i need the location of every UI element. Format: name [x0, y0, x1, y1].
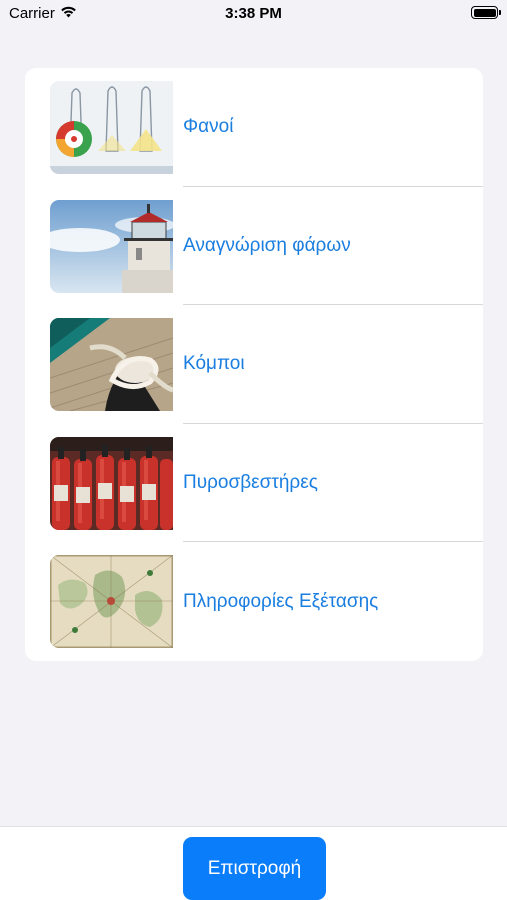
- list-item-label: Πυροσβεστήρες: [183, 472, 318, 494]
- status-bar: Carrier 3:38 PM: [0, 0, 507, 28]
- list-item-extinguishers[interactable]: Πυροσβεστήρες: [25, 424, 483, 543]
- fire-extinguishers-thumbnail: [50, 436, 173, 530]
- list-item-knots[interactable]: Κόμποι: [25, 305, 483, 424]
- list-item-lighthouses[interactable]: Αναγνώριση φάρων: [25, 187, 483, 306]
- list-item-lights[interactable]: Φανοί: [25, 68, 483, 187]
- ship-lights-thumbnail: [50, 81, 173, 174]
- back-button[interactable]: Επιστροφή: [183, 837, 326, 900]
- old-map-thumbnail: [50, 555, 173, 649]
- bottom-toolbar: Επιστροφή: [0, 826, 507, 900]
- status-time: 3:38 PM: [225, 5, 282, 22]
- list-item-label: Κόμποι: [183, 353, 245, 375]
- battery-icon: [471, 6, 501, 19]
- lighthouse-thumbnail: [50, 199, 173, 293]
- list-item-label: Αναγνώριση φάρων: [183, 234, 351, 256]
- list-item-label: Φανοί: [183, 116, 234, 138]
- list-item-exam-info[interactable]: Πληροφορίες Εξέτασης: [25, 542, 483, 661]
- rope-knot-thumbnail: [50, 318, 173, 412]
- menu-list: Φανοί Αναγνώριση φάρων Κόμποι Πυροσβεστή…: [25, 68, 483, 661]
- list-item-label: Πληροφορίες Εξέτασης: [183, 590, 379, 612]
